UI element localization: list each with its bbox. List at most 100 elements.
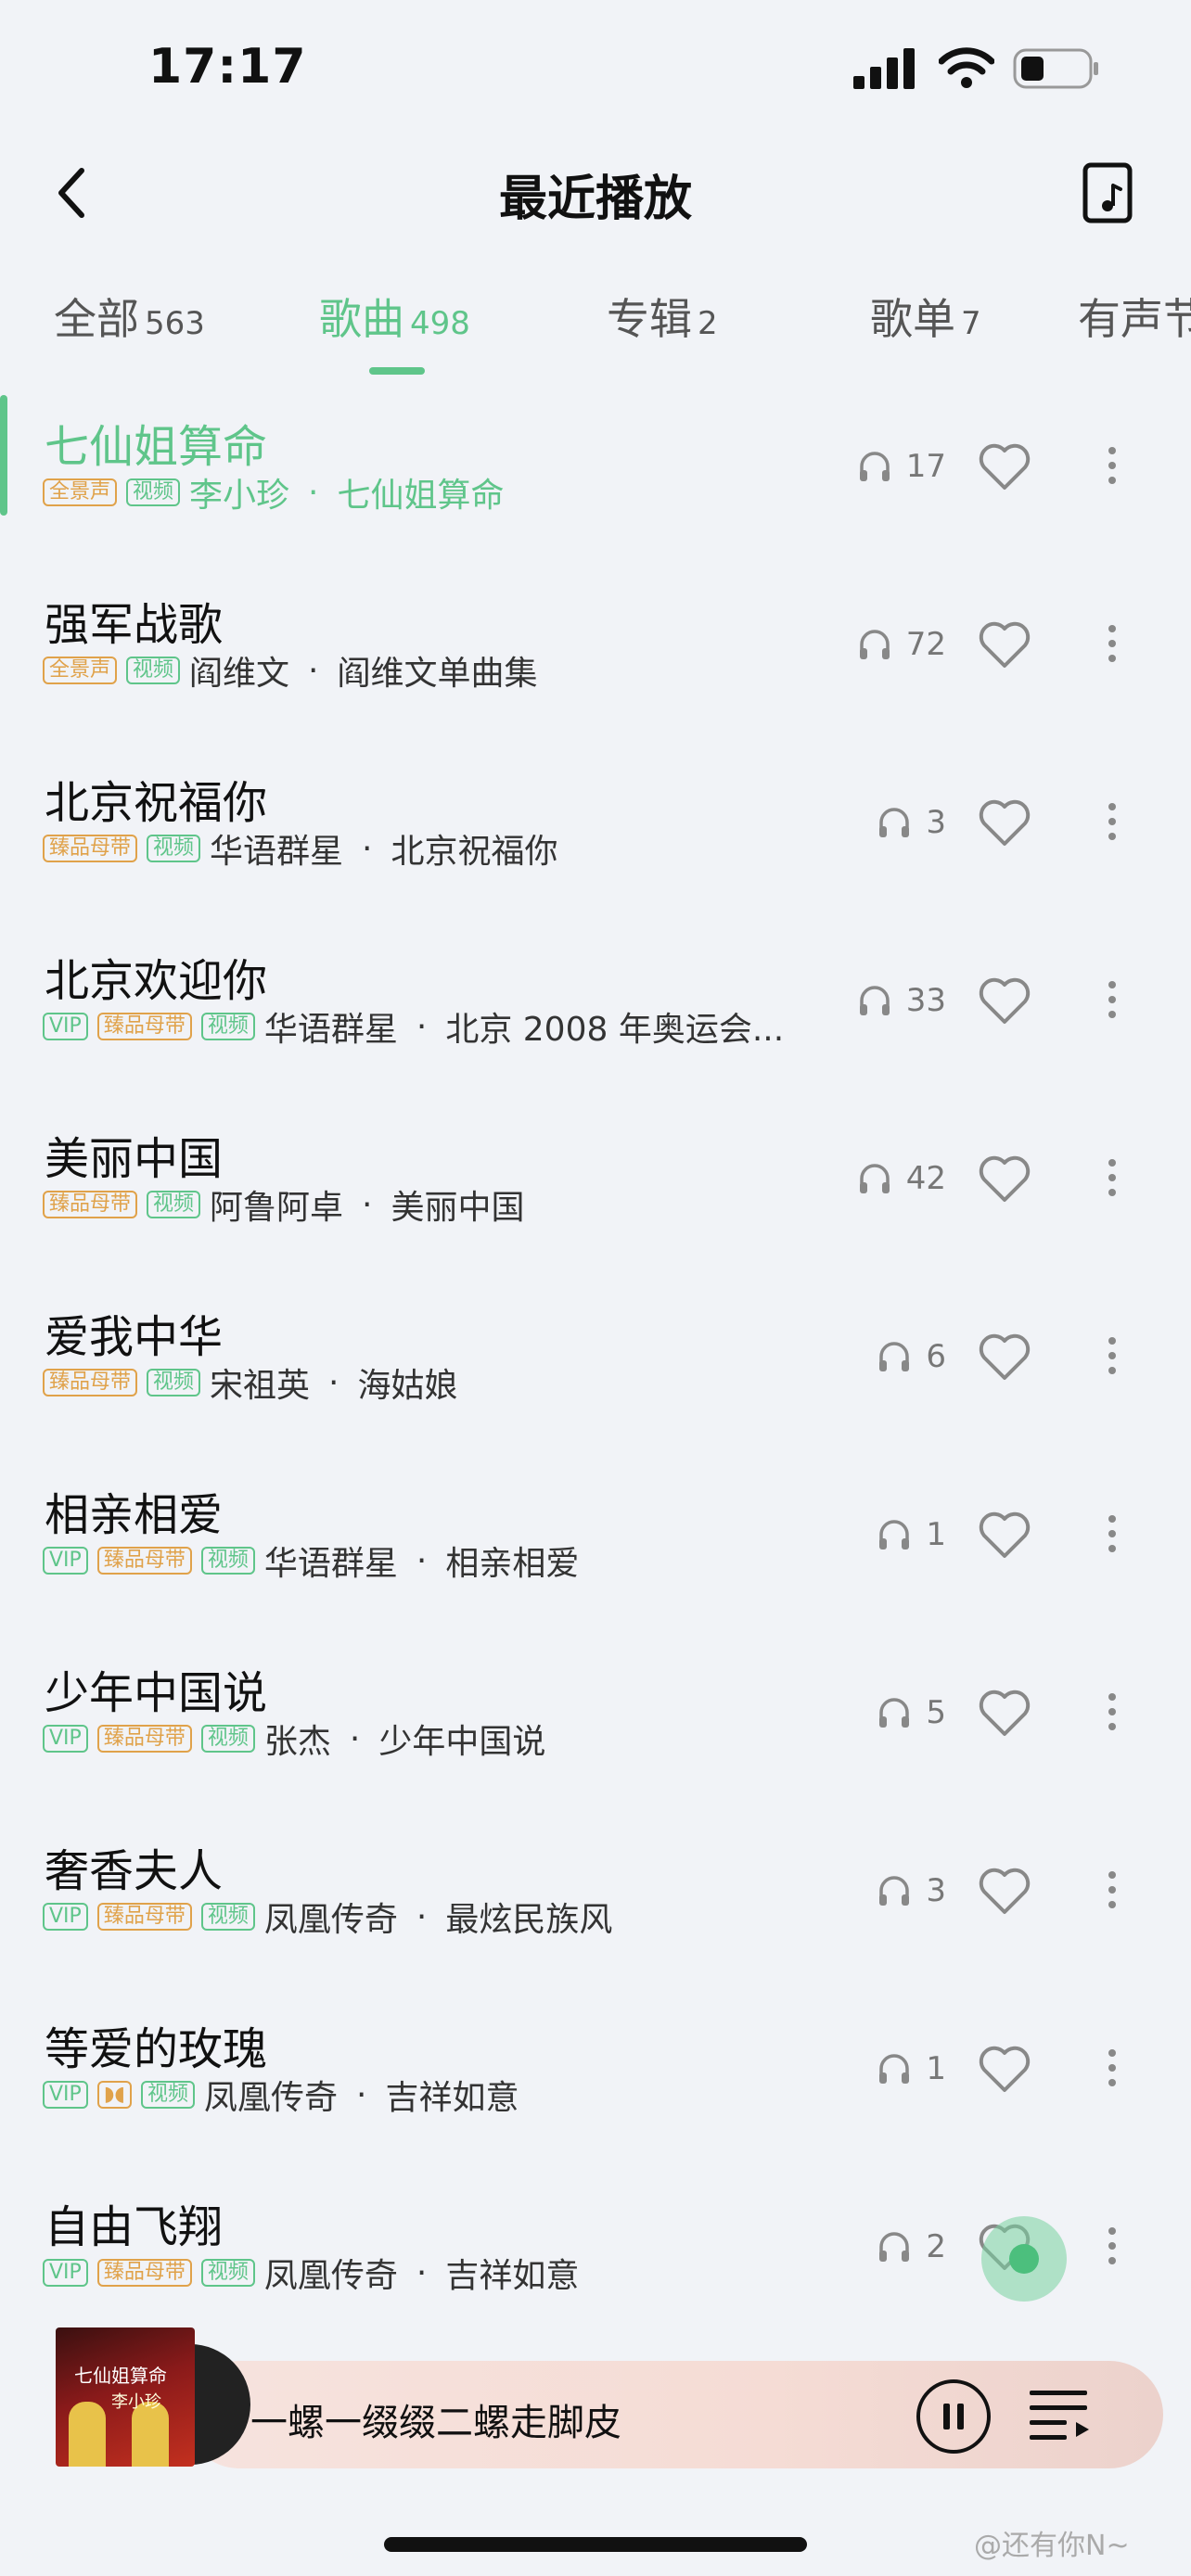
song-artist: 阎维文 [189,655,290,690]
tab-playlists[interactable]: 歌单 7 [870,286,981,347]
more-options-icon[interactable] [1098,1330,1126,1385]
play-count: 17 [835,443,946,490]
master-tape-badge: 臻品母带 [43,1369,138,1396]
tab-songs[interactable]: 歌曲 498 [319,286,470,347]
video-badge: 视频 [147,1191,201,1218]
headphones-icon [879,1698,910,1728]
master-tape-badge: 臻品母带 [43,835,138,862]
battery-icon [1013,48,1098,89]
vip-badge: VIP [43,2081,88,2109]
more-options-icon[interactable] [1098,1152,1126,1207]
separator: · [356,2075,367,2114]
song-row[interactable]: 奢香夫人 VIP 臻品母带 视频 凤凰传奇 · 最炫民族风 3 [0,1806,1191,1984]
more-options-icon[interactable] [1098,618,1126,673]
headphones-icon [879,808,910,837]
song-row[interactable]: 七仙姐算命 全景声 视频 李小珍 · 七仙姐算命 17 [0,382,1191,560]
heart-icon[interactable] [978,1154,1031,1204]
song-artist: 华语群星 [263,1011,398,1046]
play-count: 33 [835,977,946,1024]
floating-assist-button[interactable] [981,2216,1067,2302]
master-tape-badge: 臻品母带 [96,1547,192,1575]
category-tabs: 全部 563 歌曲 498 专辑 2 歌单 7 有声节 [0,269,1191,380]
tab-all[interactable]: 全部 563 [54,286,205,347]
song-row[interactable]: 少年中国说 VIP 臻品母带 视频 张杰 · 少年中国说 5 [0,1628,1191,1806]
video-badge: 视频 [200,1013,255,1040]
tab-audiobooks[interactable]: 有声节 [1078,286,1191,347]
separator: · [349,1719,361,1758]
music-library-icon[interactable] [1082,161,1133,224]
song-title: 七仙姐算命 [45,421,268,473]
separator: · [308,651,319,690]
song-title: 北京欢迎你 [45,955,268,1007]
song-meta: 臻品母带 视频 宋祖英 · 海姑娘 [43,1363,458,1402]
heart-icon[interactable] [978,797,1031,848]
song-row[interactable]: 北京祝福你 臻品母带 视频 华语群星 · 北京祝福你 3 [0,738,1191,916]
song-row[interactable]: 强军战歌 全景声 视频 阎维文 · 阎维文单曲集 72 [0,560,1191,738]
heart-icon[interactable] [978,619,1031,670]
master-tape-badge: 臻品母带 [96,1013,192,1040]
mini-player[interactable]: 七仙姐算命 李小珍 一螺一缀缀二螺走脚皮 [28,2327,1163,2472]
more-options-icon[interactable] [1098,796,1126,851]
video-badge: 视频 [126,478,181,506]
separator: · [416,2253,428,2292]
headphones-icon [879,2232,910,2262]
song-artist: 李小珍 [189,477,290,512]
more-options-icon[interactable] [1098,1864,1126,1919]
vip-badge: VIP [43,2259,88,2287]
song-row[interactable]: 北京欢迎你 VIP 臻品母带 视频 华语群星 · 北京 2008 年奥运会...… [0,916,1191,1094]
now-playing-title: 一螺一缀缀二螺走脚皮 [250,2402,621,2444]
video-badge: 视频 [200,1725,255,1753]
heart-icon[interactable] [978,976,1031,1026]
song-album: 北京祝福你 [391,833,558,868]
dolby-atmos-badge: 全景声 [43,478,118,506]
heart-icon[interactable] [978,2044,1031,2094]
more-options-icon[interactable] [1098,1508,1126,1563]
video-badge: 视频 [126,657,181,684]
play-count: 1 [835,1511,946,1558]
status-time: 17:17 [148,39,307,95]
song-artist: 凤凰传奇 [263,1901,398,1936]
more-options-icon[interactable] [1098,2220,1126,2276]
heart-icon[interactable] [978,1866,1031,1916]
heart-icon[interactable] [978,441,1031,491]
headphones-icon [879,1342,910,1371]
separator: · [416,1897,428,1936]
song-title: 奢香夫人 [45,1845,224,1897]
separator: · [416,1007,428,1046]
heart-icon[interactable] [978,1332,1031,1382]
song-title: 少年中国说 [45,1667,268,1719]
video-badge: 视频 [141,2081,196,2109]
watermark: @还有你N~ [974,2530,1130,2562]
tab-albums[interactable]: 专辑 2 [607,286,718,347]
song-row[interactable]: 等爱的玫瑰 VIP ◗◖ 视频 凤凰传奇 · 吉祥如意 1 [0,1984,1191,2162]
separator: · [362,1185,373,1224]
more-options-icon[interactable] [1098,1686,1126,1741]
master-tape-badge: 臻品母带 [96,2259,192,2287]
song-meta: 臻品母带 视频 华语群星 · 北京祝福你 [43,829,558,868]
heart-icon[interactable] [978,1688,1031,1738]
song-album: 少年中国说 [378,1723,546,1758]
song-artist: 阿鲁阿卓 [210,1189,344,1224]
status-bar: 17:17 [0,0,1191,139]
more-options-icon[interactable] [1098,2042,1126,2098]
dolby-icon: ◗◖ [96,2081,132,2109]
vip-badge: VIP [43,1903,88,1931]
video-badge: 视频 [200,1903,255,1931]
song-meta: 臻品母带 视频 阿鲁阿卓 · 美丽中国 [43,1185,525,1224]
song-meta: VIP 臻品母带 视频 凤凰传奇 · 最炫民族风 [43,1897,612,1936]
playlist-queue-icon[interactable] [1028,2385,1091,2444]
more-options-icon[interactable] [1098,974,1126,1029]
pause-icon[interactable] [915,2378,992,2455]
song-row[interactable]: 美丽中国 臻品母带 视频 阿鲁阿卓 · 美丽中国 42 [0,1094,1191,1272]
separator: · [308,473,319,512]
cellular-signal-icon [853,48,915,89]
song-album: 吉祥如意 [445,2257,580,2292]
song-artist: 宋祖英 [210,1367,311,1402]
video-badge: 视频 [200,1547,255,1575]
song-row[interactable]: 爱我中华 臻品母带 视频 宋祖英 · 海姑娘 6 [0,1272,1191,1450]
song-artist: 华语群星 [210,833,344,868]
album-cover[interactable]: 七仙姐算命 李小珍 [28,2327,250,2476]
song-row[interactable]: 相亲相爱 VIP 臻品母带 视频 华语群星 · 相亲相爱 1 [0,1450,1191,1628]
more-options-icon[interactable] [1098,440,1126,495]
heart-icon[interactable] [978,1510,1031,1560]
